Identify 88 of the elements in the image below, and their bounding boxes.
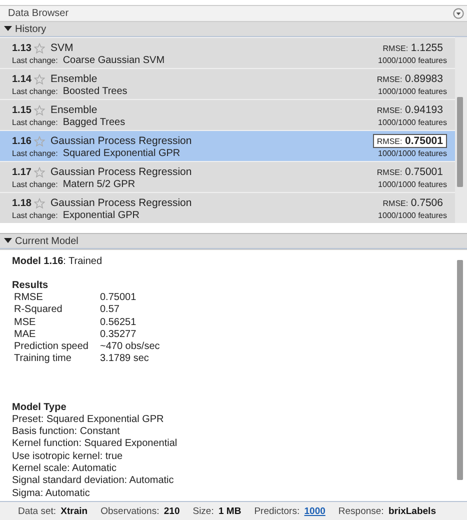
model-setting: Sigma: Automatic: [12, 488, 91, 500]
features-count: 1000/1000 features: [378, 87, 447, 96]
history-item[interactable]: 1.18 Gaussian Process Regression RMSE: 0.7506 Last change: Exponential GPR 1000/1000 features: [0, 193, 455, 223]
features-count: 1000/1000 features: [378, 56, 447, 65]
star-icon[interactable]: [34, 166, 46, 178]
status-label: Response:: [338, 506, 384, 516]
metric-label: Prediction speed: [14, 341, 90, 354]
model-type: Ensemble: [50, 73, 98, 85]
status-value: brixLabels: [388, 506, 436, 516]
model-type: Ensemble: [50, 104, 98, 116]
model-type-heading: Model Type: [12, 402, 68, 413]
metric-value: 0.57: [100, 304, 120, 317]
metric-value: 0.75001: [100, 292, 136, 304]
status-label: Predictors:: [254, 506, 300, 516]
section-title: History: [15, 24, 46, 34]
model-type: Gaussian Process Regression: [50, 197, 192, 209]
star-icon[interactable]: [34, 104, 46, 116]
last-change-label: Last change:: [12, 180, 58, 189]
rmse-value: RMSE: 0.7506: [382, 196, 444, 210]
model-type: SVM: [50, 42, 74, 54]
metric-value: ~470 obs/sec: [100, 341, 160, 354]
panel-title: Data Browser: [8, 8, 69, 19]
rmse-value: RMSE: 0.75001: [376, 165, 444, 179]
rmse-value: RMSE: 0.94193: [376, 103, 444, 117]
last-change-label: Last change:: [12, 56, 58, 65]
features-count: 1000/1000 features: [378, 211, 447, 220]
model-setting: Basis function: Constant: [12, 426, 121, 438]
model-setting: Kernel scale: Automatic: [12, 462, 118, 476]
last-change-value: Exponential GPR: [62, 210, 140, 221]
metric-label: R-Squared: [14, 304, 64, 317]
last-change-value: Squared Exponential GPR: [62, 148, 180, 159]
scrollbar-thumb[interactable]: [457, 97, 463, 187]
model-setting: Signal standard deviation: Automatic: [12, 475, 175, 488]
collapse-icon[interactable]: [4, 237, 12, 245]
model-number: 1.16: [12, 136, 32, 146]
section-title: Current Model: [15, 236, 78, 246]
panel-options-icon[interactable]: [453, 8, 464, 19]
metric-value: 0.35277: [100, 328, 136, 342]
rmse-value: RMSE: 0.89983: [376, 72, 444, 86]
status-value: 1 MB: [218, 506, 242, 516]
star-icon[interactable]: [34, 198, 46, 208]
model-type: Gaussian Process Regression: [50, 135, 192, 147]
star-icon[interactable]: [34, 74, 46, 84]
status-value: 210: [164, 506, 180, 516]
history-item[interactable]: 1.16 Gaussian Process Regression RMSE: 0.75001 Last change: Squared Exponential GPR 1000/1000 features: [0, 131, 455, 161]
status-label: Observations:: [100, 506, 160, 516]
rmse-value: RMSE: 0.75001: [372, 134, 447, 148]
metric-label: MAE: [14, 328, 37, 342]
history-item[interactable]: 1.17 Gaussian Process Regression RMSE: 0.75001 Last change: Matern 5/2 GPR 1000/1000 features: [0, 162, 455, 192]
model-number: 1.14: [12, 74, 32, 84]
status-value: Xtrain: [60, 506, 88, 516]
model-setting: Kernel function: Squared Exponential: [12, 438, 178, 451]
last-change-label: Last change:: [12, 149, 58, 158]
last-change-value: Coarse Gaussian SVM: [62, 55, 165, 66]
scrollbar-thumb[interactable]: [457, 260, 463, 480]
metric-value: 3.1789 sec: [100, 353, 149, 366]
metric-value: 0.56251: [100, 316, 136, 329]
metric-label: MSE: [14, 316, 37, 329]
status-label: Data set:: [18, 506, 56, 516]
last-change-value: Bagged Trees: [62, 117, 126, 128]
last-change-value: Boosted Trees: [62, 86, 128, 97]
star-icon[interactable]: [34, 136, 46, 146]
star-icon[interactable]: [34, 42, 46, 54]
model-setting: Preset: Squared Exponential GPR: [12, 414, 165, 426]
model-number: 1.13: [12, 42, 32, 54]
results-heading: Results: [12, 280, 50, 291]
model-type: Gaussian Process Regression: [50, 166, 192, 178]
status-link[interactable]: 1000: [304, 506, 326, 516]
last-change-value: Matern 5/2 GPR: [62, 179, 136, 190]
features-count: 1000/1000 features: [378, 118, 447, 127]
model-title: Model 1.16: Trained: [12, 256, 102, 267]
last-change-label: Last change:: [12, 87, 58, 96]
history-item[interactable]: 1.13 SVM RMSE: 1.1255 Last change: Coarse Gaussian SVM 1000/1000 features: [0, 38, 455, 68]
last-change-label: Last change:: [12, 118, 58, 127]
rmse-value: RMSE: 1.1255: [382, 41, 444, 55]
status-label: Size:: [192, 506, 214, 516]
collapse-icon[interactable]: [4, 25, 12, 33]
features-count: 1000/1000 features: [378, 180, 447, 189]
metric-label: Training time: [14, 353, 72, 366]
features-count: 1000/1000 features: [378, 149, 447, 158]
last-change-label: Last change:: [12, 211, 58, 220]
metric-label: RMSE: [14, 292, 44, 304]
model-setting: Use isotropic kernel: true: [12, 450, 124, 463]
model-number: 1.15: [12, 104, 32, 116]
history-item[interactable]: 1.15 Ensemble RMSE: 0.94193 Last change: Bagged Trees 1000/1000 features: [0, 100, 455, 130]
history-item[interactable]: 1.14 Ensemble RMSE: 0.89983 Last change: Boosted Trees 1000/1000 features: [0, 69, 455, 99]
model-number: 1.18: [12, 198, 32, 208]
model-number: 1.17: [12, 166, 32, 178]
